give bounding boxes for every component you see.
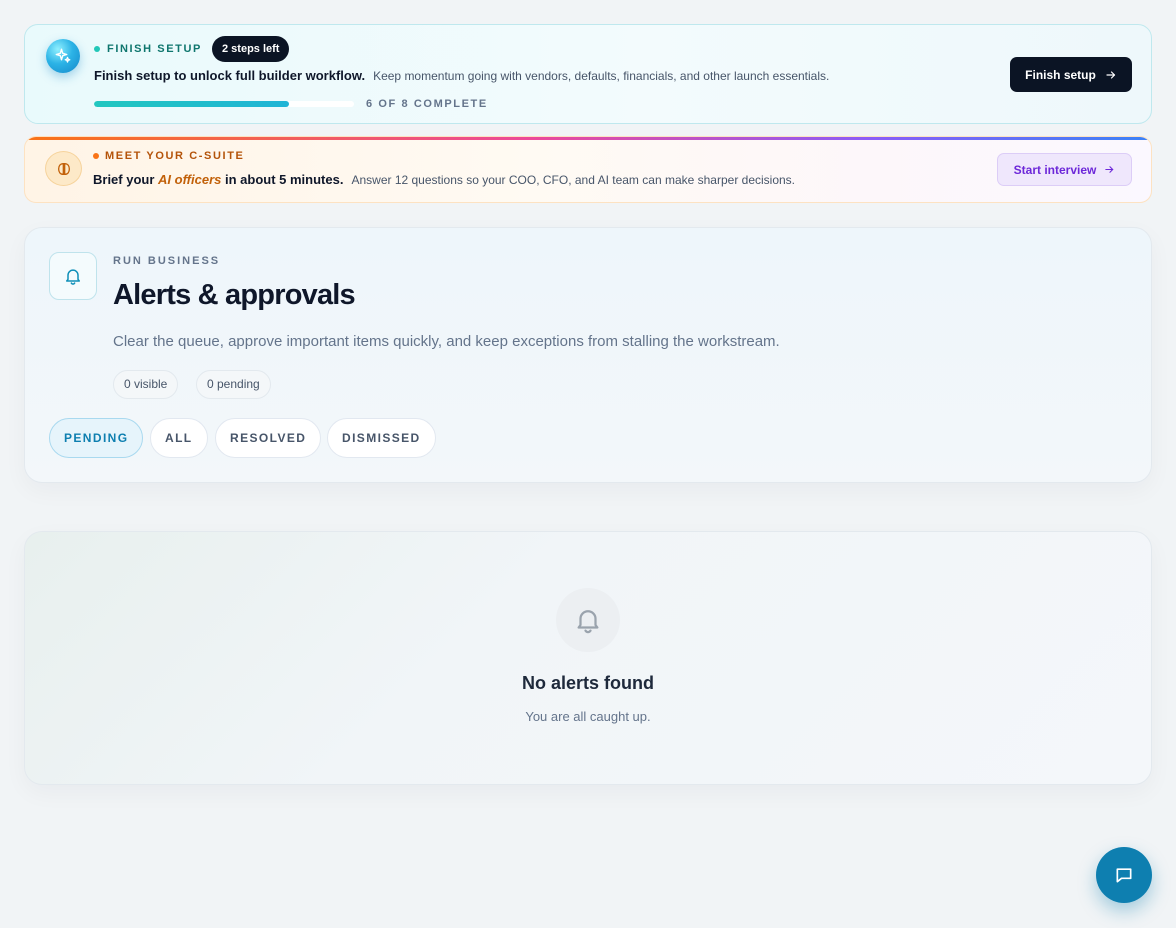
setup-progress-label: 6 OF 8 COMPLETE — [366, 98, 488, 110]
csuite-subtext: Answer 12 questions so your COO, CFO, an… — [351, 173, 796, 187]
sparkle-icon — [46, 39, 80, 73]
setup-eyebrow: FINISH SETUP — [94, 42, 202, 56]
arrow-right-icon — [1105, 166, 1114, 173]
section-eyebrow: RUN BUSINESS — [113, 255, 221, 267]
status-dot-icon — [93, 153, 99, 159]
empty-state-subtitle: You are all caught up. — [525, 709, 651, 724]
start-interview-button-label: Start interview — [1013, 162, 1097, 177]
setup-eyebrow-label: FINISH SETUP — [107, 43, 202, 55]
bell-icon — [49, 252, 97, 300]
csuite-message: Brief your AI officers in about 5 minute… — [93, 172, 795, 187]
chat-button[interactable] — [1096, 847, 1152, 903]
finish-setup-button-label: Finish setup — [1025, 67, 1096, 82]
csuite-headline-prefix: Brief your — [93, 172, 155, 187]
csuite-headline-suffix: in about 5 minutes. — [225, 172, 344, 187]
setup-progress-fill — [94, 101, 289, 107]
csuite-eyebrow-label: MEET YOUR C-SUITE — [105, 150, 245, 162]
csuite-eyebrow: MEET YOUR C-SUITE — [93, 150, 244, 162]
csuite-banner: MEET YOUR C-SUITE Brief your AI officers… — [24, 136, 1152, 203]
page-description: Clear the queue, approve important items… — [113, 333, 780, 350]
setup-message: Finish setup to unlock full builder work… — [94, 68, 829, 83]
empty-state-title: No alerts found — [521, 673, 654, 693]
finish-setup-banner: FINISH SETUP 2 steps left Finish setup t… — [24, 24, 1152, 124]
tab-dismissed[interactable]: DISMISSED — [327, 418, 436, 458]
csuite-headline: Brief your AI officers in about 5 minute… — [93, 172, 343, 187]
finish-setup-button[interactable]: Finish setup — [1010, 57, 1132, 92]
alerts-header-card: RUN BUSINESS Alerts & approvals Clear th… — [24, 227, 1152, 483]
tab-all[interactable]: ALL — [150, 418, 208, 458]
visible-count-badge: 0 visible — [113, 370, 179, 399]
bell-icon — [556, 588, 620, 652]
setup-headline: Finish setup to unlock full builder work… — [94, 68, 366, 83]
start-interview-button[interactable]: Start interview — [997, 153, 1132, 186]
setup-subtext: Keep momentum going with vendors, defaul… — [373, 69, 830, 83]
page-title: Alerts & approvals — [113, 279, 356, 311]
steps-left-badge: 2 steps left — [212, 36, 290, 62]
tab-pending[interactable]: PENDING — [49, 418, 144, 458]
tab-resolved[interactable]: RESOLVED — [215, 418, 322, 458]
csuite-headline-emphasis: AI officers — [158, 172, 222, 187]
arrow-right-icon — [1106, 70, 1115, 79]
status-dot-icon — [94, 46, 100, 52]
setup-progress-bar — [94, 101, 354, 107]
brain-icon — [45, 151, 82, 186]
chat-icon — [1116, 868, 1132, 883]
alerts-empty-state: No alerts found You are all caught up. — [24, 531, 1152, 785]
pending-count-badge: 0 pending — [196, 370, 271, 399]
